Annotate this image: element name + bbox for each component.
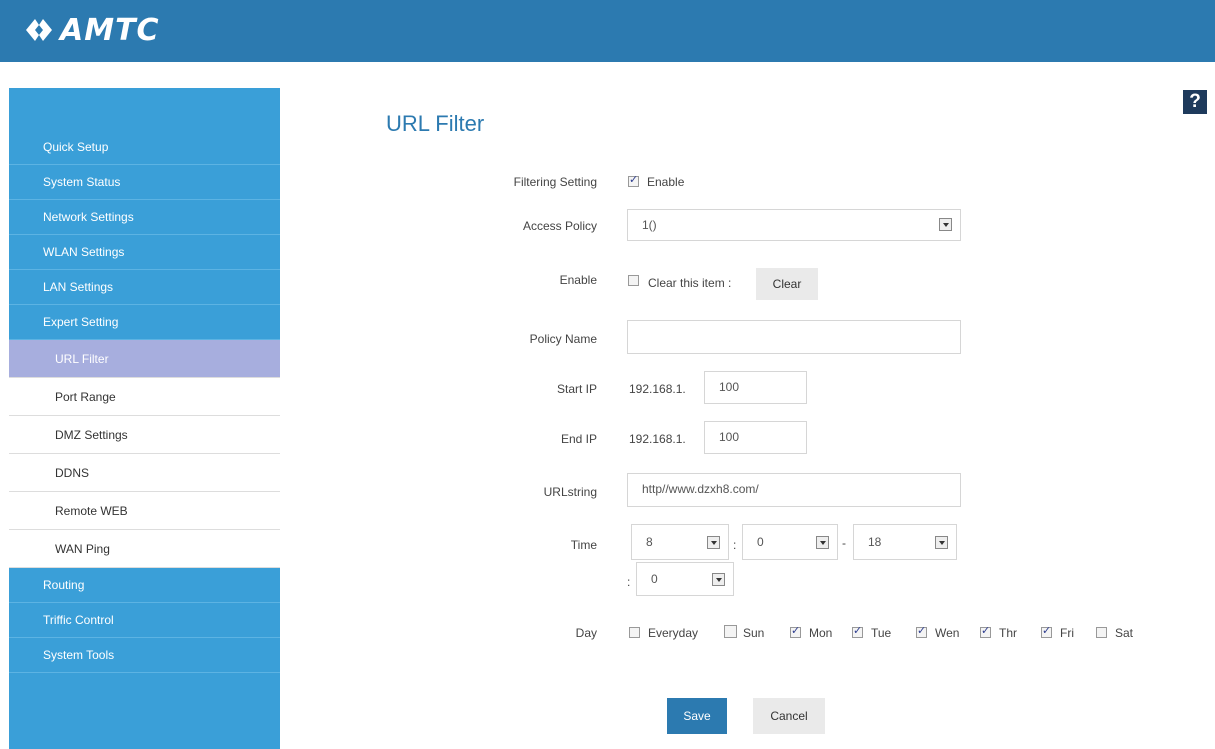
start-ip-prefix: 192.168.1. bbox=[629, 382, 686, 396]
brand-logo: AMTC bbox=[22, 10, 160, 50]
end-hour-value: 18 bbox=[868, 535, 882, 549]
day-fri-label: Fri bbox=[1060, 626, 1074, 640]
sidebar-top-spacer bbox=[9, 88, 280, 130]
urlstring-input[interactable]: http//www.dzxh8.com/ bbox=[627, 473, 961, 507]
day-thr-checkbox[interactable] bbox=[980, 624, 991, 638]
chevron-down-icon bbox=[707, 536, 720, 549]
day-everyday-label: Everyday bbox=[648, 626, 699, 640]
chevron-down-icon bbox=[712, 573, 725, 586]
day-sat-label: Sat bbox=[1115, 626, 1134, 640]
day-wen-label: Wen bbox=[935, 626, 960, 640]
start-ip-label: Start IP bbox=[556, 382, 597, 396]
day-sat-checkbox[interactable] bbox=[1096, 627, 1107, 638]
top-header: AMTC bbox=[0, 0, 1215, 62]
day-sun-checkbox[interactable] bbox=[724, 625, 737, 638]
save-button[interactable]: Save bbox=[667, 698, 727, 734]
logo-icon bbox=[26, 19, 52, 41]
cancel-button[interactable]: Cancel bbox=[753, 698, 825, 734]
day-tue-checkbox[interactable] bbox=[852, 624, 863, 638]
time-label: Time bbox=[570, 538, 597, 552]
time-range-separator: - bbox=[842, 536, 846, 550]
sidebar: Quick Setup System Status Network Settin… bbox=[9, 88, 280, 749]
chevron-down-icon bbox=[816, 536, 829, 549]
filtering-enable-checkbox[interactable] bbox=[628, 173, 639, 187]
help-icon[interactable]: ? bbox=[1183, 90, 1207, 114]
clear-item-label: Clear this item : bbox=[648, 276, 732, 290]
access-policy-select[interactable]: 1() bbox=[627, 209, 961, 241]
sidebar-subitem-dmz-settings[interactable]: DMZ Settings bbox=[9, 416, 280, 454]
time-colon-2: : bbox=[627, 575, 631, 589]
sidebar-item-expert-setting[interactable]: Expert Setting bbox=[9, 305, 280, 340]
day-thr-label: Thr bbox=[999, 626, 1017, 640]
start-ip-input[interactable]: 100 bbox=[704, 371, 807, 404]
sidebar-item-system-status[interactable]: System Status bbox=[9, 165, 280, 200]
sidebar-item-lan-settings[interactable]: LAN Settings bbox=[9, 270, 280, 305]
start-hour-select[interactable]: 8 bbox=[631, 524, 729, 560]
start-minute-value: 0 bbox=[757, 535, 764, 549]
filtering-setting-label: Filtering Setting bbox=[513, 175, 597, 189]
day-tue-label: Tue bbox=[871, 626, 892, 640]
day-everyday-checkbox[interactable] bbox=[629, 627, 640, 638]
access-policy-value: 1() bbox=[642, 218, 657, 232]
sidebar-item-traffic-control[interactable]: Triffic Control bbox=[9, 603, 280, 638]
end-minute-select[interactable]: 0 bbox=[636, 562, 734, 596]
filtering-enable-label: Enable bbox=[647, 175, 685, 189]
policy-name-label: Policy Name bbox=[529, 332, 597, 346]
page-title: URL Filter bbox=[386, 111, 485, 136]
sidebar-item-system-tools[interactable]: System Tools bbox=[9, 638, 280, 673]
end-hour-select[interactable]: 18 bbox=[853, 524, 957, 560]
sidebar-item-routing[interactable]: Routing bbox=[9, 568, 280, 603]
day-fri-checkbox[interactable] bbox=[1041, 624, 1052, 638]
sidebar-subitem-port-range[interactable]: Port Range bbox=[9, 378, 280, 416]
sidebar-subitem-remote-web[interactable]: Remote WEB bbox=[9, 492, 280, 530]
day-sun-label: Sun bbox=[743, 626, 765, 640]
enable-label: Enable bbox=[559, 273, 597, 287]
start-hour-value: 8 bbox=[646, 535, 653, 549]
day-wen-checkbox[interactable] bbox=[916, 624, 927, 638]
policy-name-input[interactable] bbox=[627, 320, 961, 354]
sidebar-subitem-url-filter[interactable]: URL Filter bbox=[9, 340, 280, 378]
brand-name: AMTC bbox=[60, 12, 160, 48]
sidebar-item-network-settings[interactable]: Network Settings bbox=[9, 200, 280, 235]
urlstring-label: URLstring bbox=[543, 485, 597, 499]
sidebar-item-quick-setup[interactable]: Quick Setup bbox=[9, 130, 280, 165]
end-minute-value: 0 bbox=[651, 572, 658, 586]
sidebar-subitem-ddns[interactable]: DDNS bbox=[9, 454, 280, 492]
end-ip-prefix: 192.168.1. bbox=[629, 432, 686, 446]
sidebar-subitem-wan-ping[interactable]: WAN Ping bbox=[9, 530, 280, 568]
chevron-down-icon bbox=[935, 536, 948, 549]
day-label: Day bbox=[575, 626, 597, 640]
end-ip-input[interactable]: 100 bbox=[704, 421, 807, 454]
time-colon-1: : bbox=[733, 538, 737, 552]
clear-item-checkbox[interactable] bbox=[628, 275, 639, 286]
chevron-down-icon bbox=[939, 218, 952, 231]
start-minute-select[interactable]: 0 bbox=[742, 524, 838, 560]
day-mon-checkbox[interactable] bbox=[790, 624, 801, 638]
clear-button[interactable]: Clear bbox=[756, 268, 818, 300]
end-ip-label: End IP bbox=[560, 432, 597, 446]
sidebar-item-wlan-settings[interactable]: WLAN Settings bbox=[9, 235, 280, 270]
day-mon-label: Mon bbox=[809, 626, 833, 640]
access-policy-label: Access Policy bbox=[522, 219, 597, 233]
